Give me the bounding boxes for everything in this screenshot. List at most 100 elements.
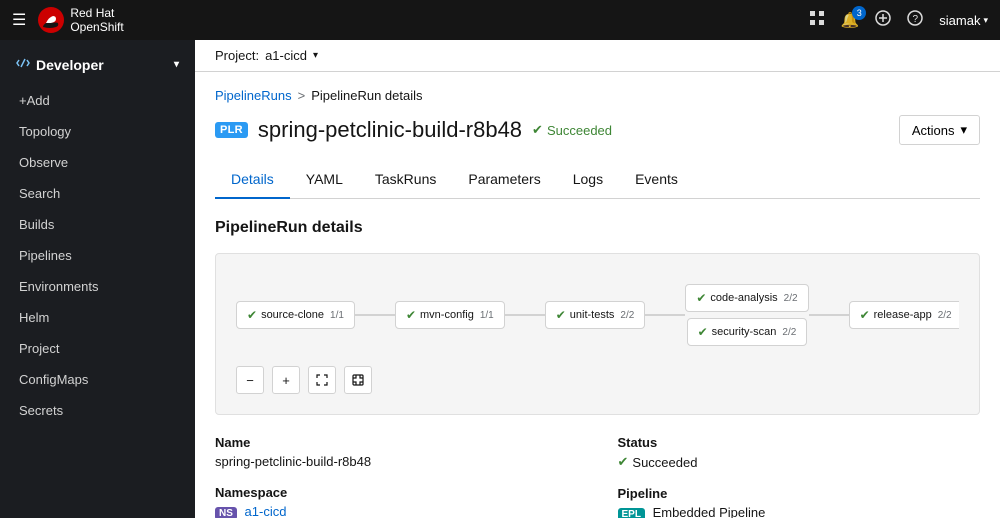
zoom-out-button[interactable]: −	[236, 366, 264, 394]
pipeline-node-unit-tests[interactable]: ✔unit-tests2/2	[545, 301, 646, 329]
breadcrumb: PipelineRuns > PipelineRun details	[215, 88, 980, 103]
redhat-svg-icon	[36, 5, 66, 35]
status-badge: ✔ Succeeded	[532, 122, 612, 138]
status-label: Succeeded	[547, 123, 612, 138]
node-check-icon: ✔	[247, 308, 257, 322]
namespace-link[interactable]: a1-cicd	[245, 504, 287, 518]
content-area: PipelineRuns > PipelineRun details PLR s…	[195, 72, 1000, 518]
sidebar-item-helm[interactable]: Helm	[0, 302, 195, 333]
pipeline-connector	[645, 314, 685, 316]
sidebar: Developer ▾ +AddTopologyObserveSearchBui…	[0, 40, 195, 518]
node-check-icon: ✔	[556, 308, 566, 322]
page-header: PLR spring-petclinic-build-r8b48 ✔ Succe…	[215, 115, 980, 145]
notification-bell[interactable]: 🔔 3	[841, 11, 860, 29]
node-check-icon: ✔	[696, 291, 706, 305]
tabs: DetailsYAMLTaskRunsParametersLogsEvents	[215, 161, 980, 199]
detail-pipeline: Pipeline EPL Embedded Pipeline	[618, 486, 981, 518]
details-grid: Name spring-petclinic-build-r8b48 Namesp…	[215, 435, 980, 518]
help-icon[interactable]: ?	[907, 10, 923, 30]
actions-button[interactable]: Actions ▾	[899, 115, 980, 145]
sidebar-item-search[interactable]: Search	[0, 178, 195, 209]
project-dropdown-arrow[interactable]: ▾	[313, 50, 318, 61]
detail-namespace: Namespace NS a1-cicd	[215, 485, 578, 518]
perspective-switcher[interactable]: Developer ▾	[0, 48, 195, 81]
pipeline-connector	[355, 314, 395, 316]
name-label: Name	[215, 435, 578, 450]
sidebar-item-topology[interactable]: Topology	[0, 116, 195, 147]
fit-button[interactable]	[308, 366, 336, 394]
user-menu[interactable]: siamak ▾	[939, 13, 988, 28]
details-right: Status ✔ Succeeded Pipeline EPL Embedded…	[618, 435, 981, 518]
sidebar-item-configmaps[interactable]: ConfigMaps	[0, 364, 195, 395]
detail-status: Status ✔ Succeeded	[618, 435, 981, 470]
sidebar-item-pipelines[interactable]: Pipelines	[0, 240, 195, 271]
page-header-left: PLR spring-petclinic-build-r8b48 ✔ Succe…	[215, 117, 612, 143]
grid-icon[interactable]	[809, 10, 825, 30]
notification-count: 3	[852, 6, 866, 20]
topnav: ☰ Red Hat OpenShift 🔔 3 ?	[0, 0, 1000, 40]
project-bar: Project: a1-cicd ▾	[195, 40, 1000, 72]
pipeline-node-source-clone[interactable]: ✔source-clone1/1	[236, 301, 355, 329]
plr-badge: PLR	[215, 122, 248, 138]
breadcrumb-separator: >	[298, 88, 306, 103]
project-name: a1-cicd	[265, 48, 307, 63]
zoom-in-button[interactable]: +	[272, 366, 300, 394]
logo-text: Red Hat OpenShift	[70, 6, 123, 35]
redhat-logo: Red Hat OpenShift	[36, 5, 123, 35]
tab-yaml[interactable]: YAML	[290, 161, 359, 199]
status-check-icon-detail: ✔	[618, 454, 629, 470]
sidebar-item-project[interactable]: Project	[0, 333, 195, 364]
name-value: spring-petclinic-build-r8b48	[215, 454, 578, 469]
node-check-icon: ✔	[698, 325, 708, 339]
pipeline-parallel-group: ✔code-analysis2/2 ✔security-scan2/2	[685, 284, 808, 346]
sidebar-item-secrets[interactable]: Secrets	[0, 395, 195, 426]
sidebar-item-environments[interactable]: Environments	[0, 271, 195, 302]
status-detail-value: ✔ Succeeded	[618, 454, 981, 470]
pipeline-connector	[505, 314, 545, 316]
perspective-arrow-icon: ▾	[174, 59, 179, 70]
page-title: spring-petclinic-build-r8b48	[258, 117, 522, 143]
breadcrumb-pipelineruns-link[interactable]: PipelineRuns	[215, 88, 292, 103]
section-title: PipelineRun details	[215, 219, 980, 237]
pipeline-detail-value: EPL Embedded Pipeline	[618, 505, 981, 518]
pipeline-nodes: ✔source-clone1/1 ✔mvn-config1/1 ✔unit-test…	[236, 274, 959, 356]
pipeline-node-security-scan[interactable]: ✔security-scan2/2	[685, 318, 808, 346]
namespace-label: Namespace	[215, 485, 578, 500]
pipeline-controls: − +	[236, 366, 959, 394]
pipeline-node-code-analysis[interactable]: ✔code-analysis2/2	[685, 284, 808, 312]
node-check-icon: ✔	[406, 308, 416, 322]
fullscreen-button[interactable]	[344, 366, 372, 394]
details-left: Name spring-petclinic-build-r8b48 Namesp…	[215, 435, 578, 518]
sidebar-item-observe[interactable]: Observe	[0, 147, 195, 178]
actions-arrow-icon: ▾	[960, 122, 967, 138]
project-label: Project:	[215, 48, 259, 63]
actions-label: Actions	[912, 123, 955, 138]
tab-logs[interactable]: Logs	[557, 161, 619, 199]
tab-parameters[interactable]: Parameters	[452, 161, 556, 199]
main-content: Project: a1-cicd ▾ PipelineRuns > Pipeli…	[195, 40, 1000, 518]
ns-badge: NS	[215, 507, 237, 518]
sidebar-item-add[interactable]: +Add	[0, 85, 195, 116]
epl-badge: EPL	[618, 508, 645, 518]
plus-icon[interactable]	[875, 10, 891, 30]
pipeline-diagram: ✔source-clone1/1 ✔mvn-config1/1 ✔unit-test…	[215, 253, 980, 415]
pipeline-node-release-app[interactable]: ✔release-app2/2	[849, 301, 959, 329]
sidebar-nav: +AddTopologyObserveSearchBuildsPipelines…	[0, 85, 195, 426]
pipeline-node-mvn-config[interactable]: ✔mvn-config1/1	[395, 301, 505, 329]
pipeline-connector	[809, 314, 849, 316]
svg-text:?: ?	[913, 14, 919, 25]
tab-taskruns[interactable]: TaskRuns	[359, 161, 452, 199]
pipeline-detail-label: Pipeline	[618, 486, 981, 501]
namespace-value: NS a1-cicd	[215, 504, 578, 518]
developer-icon	[16, 56, 30, 73]
app-layout: Developer ▾ +AddTopologyObserveSearchBui…	[0, 40, 1000, 518]
detail-name: Name spring-petclinic-build-r8b48	[215, 435, 578, 469]
hamburger-icon[interactable]: ☰	[12, 10, 26, 30]
node-check-icon: ✔	[860, 308, 870, 322]
status-check-icon: ✔	[532, 122, 543, 138]
tab-details[interactable]: Details	[215, 161, 290, 199]
breadcrumb-current: PipelineRun details	[311, 88, 422, 103]
tab-events[interactable]: Events	[619, 161, 694, 199]
status-detail-label: Status	[618, 435, 981, 450]
sidebar-item-builds[interactable]: Builds	[0, 209, 195, 240]
